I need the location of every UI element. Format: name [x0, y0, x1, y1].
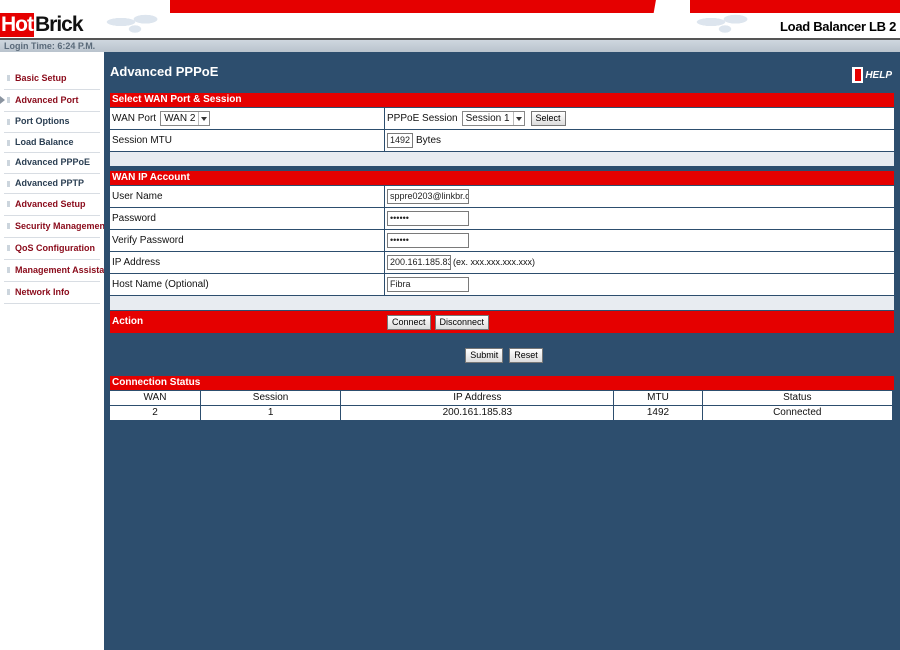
section-heading-connection-status: Connection Status — [110, 376, 894, 390]
header-notch — [640, 0, 690, 13]
help-book-icon — [852, 67, 864, 83]
wan-port-cell: WAN Port WAN 2 — [110, 108, 384, 129]
sidebar-nav: Basic Setup Advanced Port Port Options L… — [0, 52, 113, 650]
form-actions: Submit Reset — [104, 348, 900, 363]
column-header-ip-address: IP Address — [341, 391, 614, 405]
connection-status-table: WAN Session IP Address MTU Status 2 1 20… — [109, 390, 893, 421]
cell-status: Connected — [702, 406, 892, 420]
pppoe-session-value: Session 1 — [465, 113, 510, 124]
world-map-graphic — [100, 8, 170, 36]
sidebar-item-management-assistant[interactable]: Management Assistant — [4, 260, 113, 282]
section-heading-select-wan: Select WAN Port & Session — [110, 93, 894, 107]
password-cell: •••••• — [385, 208, 894, 229]
mtu-unit-label: Bytes — [416, 135, 442, 146]
section-spacer — [110, 152, 894, 166]
table-header-row: WAN Session IP Address MTU Status — [110, 391, 892, 405]
login-time-bar: Login Time: 6:24 P.M. — [0, 40, 900, 52]
app-header: Hot Brick Load Balancer LB 2 — [0, 0, 900, 40]
product-title: Load Balancer LB 2 — [780, 19, 896, 34]
sidebar-item-load-balance[interactable]: Load Balance — [4, 133, 100, 153]
wan-port-select[interactable]: WAN 2 — [160, 111, 211, 126]
select-button[interactable]: Select — [530, 111, 566, 126]
select-wan-section: Select WAN Port & Session WAN Port WAN 2… — [110, 93, 894, 166]
chevron-down-icon — [198, 112, 209, 125]
sidebar-item-basic-setup[interactable]: Basic Setup — [4, 68, 100, 90]
session-mtu-input[interactable]: 1492 — [387, 133, 413, 148]
pppoe-session-label: PPPoE Session — [387, 113, 458, 124]
session-mtu-cell: 1492 Bytes — [385, 130, 894, 151]
disconnect-button[interactable]: Disconnect — [434, 314, 490, 330]
host-name-cell: Fibra — [385, 274, 894, 295]
username-label: User Name — [110, 186, 384, 207]
world-map-graphic-right — [690, 8, 760, 36]
connection-status-section: Connection Status WAN Session IP Address… — [110, 376, 894, 421]
sidebar-item-advanced-pppoe[interactable]: Advanced PPPoE — [4, 153, 100, 174]
ip-address-label: IP Address — [110, 252, 384, 273]
cell-session: 1 — [200, 406, 341, 420]
sidebar-item-advanced-setup[interactable]: Advanced Setup — [4, 194, 100, 216]
column-header-wan: WAN — [110, 391, 200, 405]
help-label: HELP — [865, 69, 892, 81]
sidebar-item-network-info[interactable]: Network Info — [4, 282, 100, 304]
cell-mtu: 1492 — [614, 406, 702, 420]
section-heading-wan-ip-account: WAN IP Account — [110, 171, 894, 185]
ip-address-input[interactable]: 200.161.185.83 — [387, 255, 451, 270]
verify-password-label: Verify Password — [110, 230, 384, 251]
logo-brick: Brick — [35, 13, 84, 36]
help-button[interactable]: HELP — [852, 66, 892, 84]
ip-address-hint: (ex. xxx.xxx.xxx.xxx) — [453, 257, 536, 267]
wan-port-value: WAN 2 — [164, 113, 196, 124]
username-input[interactable]: sppre0203@linkbr.com.b — [387, 189, 469, 204]
wan-port-label: WAN Port — [112, 113, 157, 124]
connect-button[interactable]: Connect — [387, 314, 431, 330]
logo-hot: Hot — [0, 13, 34, 37]
cell-ip-address: 200.161.185.83 — [341, 406, 614, 420]
column-header-mtu: MTU — [614, 391, 702, 405]
pppoe-session-cell: PPPoE Session Session 1 Select — [385, 108, 894, 129]
section-spacer — [110, 296, 894, 310]
table-row: 2 1 200.161.185.83 1492 Connected — [110, 406, 892, 420]
hotbrick-logo: Hot Brick — [0, 13, 84, 37]
sidebar-item-advanced-port[interactable]: Advanced Port — [0, 90, 100, 112]
cell-wan: 2 — [110, 406, 200, 420]
verify-password-cell: •••••• — [385, 230, 894, 251]
column-header-session: Session — [200, 391, 341, 405]
wan-ip-account-section: WAN IP Account User Name sppre0203@linkb… — [110, 171, 894, 333]
ip-address-cell: 200.161.185.83 (ex. xxx.xxx.xxx.xxx) — [385, 252, 894, 273]
action-label: Action — [112, 316, 144, 327]
header-red-bar — [170, 0, 650, 13]
username-cell: sppre0203@linkbr.com.b — [385, 186, 894, 207]
sidebar-item-advanced-pptp[interactable]: Advanced PPTP — [4, 174, 100, 194]
sidebar-item-port-options[interactable]: Port Options — [4, 112, 100, 133]
verify-password-input[interactable]: •••••• — [387, 233, 469, 248]
sidebar-item-security-management[interactable]: Security Management — [4, 216, 108, 238]
column-header-status: Status — [702, 391, 892, 405]
chevron-down-icon — [512, 112, 524, 125]
submit-button[interactable]: Submit — [465, 348, 504, 363]
pppoe-session-select[interactable]: Session 1 — [461, 111, 525, 126]
page-title: Advanced PPPoE — [110, 64, 219, 79]
reset-button[interactable]: Reset — [509, 348, 543, 363]
action-row: Action Connect Disconnect — [110, 311, 894, 333]
password-input[interactable]: •••••• — [387, 211, 469, 226]
password-label: Password — [110, 208, 384, 229]
host-name-label: Host Name (Optional) — [110, 274, 384, 295]
main-content: Advanced PPPoE HELP Select WAN Port & Se… — [104, 52, 900, 650]
session-mtu-label: Session MTU — [110, 130, 384, 151]
host-name-input[interactable]: Fibra — [387, 277, 469, 292]
sidebar-item-qos-configuration[interactable]: QoS Configuration — [4, 238, 100, 260]
